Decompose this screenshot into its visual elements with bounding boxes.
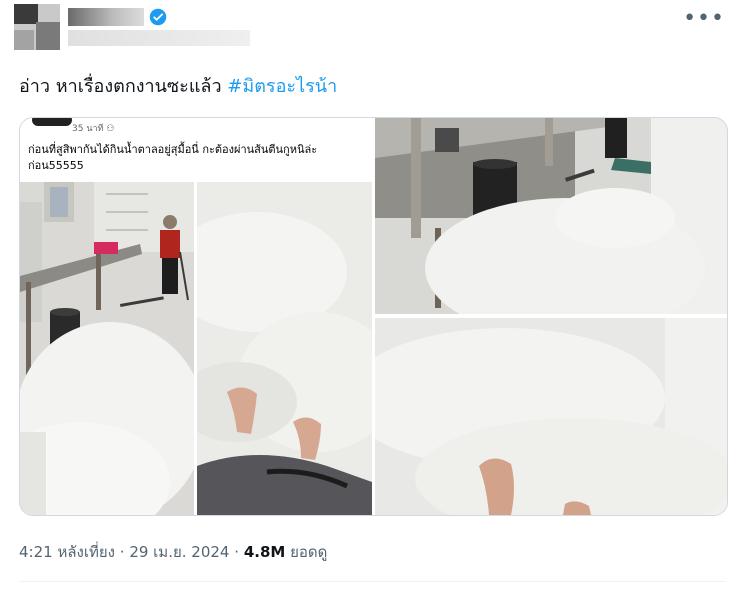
photo-bare-feet-in-sugar [197, 182, 372, 515]
media-grid: 35 นาที ⚇ ก่อนที่สูสิพากันได้กินน้ำตาลอย… [19, 117, 728, 516]
hashtag-link[interactable]: #มิตรอะไรน้า [227, 76, 337, 97]
handle-blurred[interactable] [68, 30, 250, 46]
media-image-sugar-under-counter[interactable] [375, 118, 727, 314]
tweet-meta: 4:21 หลังเที่ยง · 29 เม.ย. 2024 · 4.8M ย… [19, 540, 327, 564]
avatar-blur-block [14, 30, 34, 50]
tweet-body: อ่าว หาเรื่องตกงานซะแล้ว [19, 76, 222, 97]
verified-badge-icon [149, 8, 167, 26]
meta-separator: · [234, 543, 240, 561]
tweet-text: อ่าว หาเรื่องตกงานซะแล้ว #มิตรอะไรน้า [19, 76, 337, 98]
views-count: 4.8M [243, 543, 286, 561]
avatar-blur-block [36, 22, 60, 50]
photo-foot-in-sugar [375, 318, 727, 515]
display-name-blurred[interactable] [68, 8, 144, 26]
media-image-foot-in-sugar[interactable] [375, 318, 727, 515]
media-image-screenshot[interactable]: 35 นาที ⚇ ก่อนที่สูสิพากันได้กินน้ำตาลอย… [20, 118, 372, 515]
avatar[interactable] [14, 4, 60, 50]
tweet-date[interactable]: 29 เม.ย. 2024 [129, 543, 229, 561]
facebook-post-caption: ก่อนที่สูสิพากันได้กินน้ำตาลอยู่สุมื้อนี… [28, 143, 318, 172]
avatar-blur-block [14, 4, 38, 24]
facebook-post-time: 35 นาที ⚇ [72, 121, 114, 135]
views-label: ยอดดู [290, 543, 328, 561]
more-dots-icon[interactable]: ••• [683, 6, 725, 31]
tweet-time[interactable]: 4:21 หลังเที่ยง [19, 543, 115, 561]
redacted-name-mark [32, 118, 72, 126]
facebook-post-header: 35 นาที ⚇ ก่อนที่สูสิพากันได้กินน้ำตาลอย… [20, 118, 372, 182]
audience-icon: ⚇ [106, 124, 115, 134]
meta-separator: · [119, 543, 125, 561]
photo-sugar-under-counter [375, 118, 727, 314]
photo-worker-sweeping-sugar [20, 182, 194, 515]
divider [19, 581, 726, 582]
post-time-text: 35 นาที [72, 124, 104, 134]
